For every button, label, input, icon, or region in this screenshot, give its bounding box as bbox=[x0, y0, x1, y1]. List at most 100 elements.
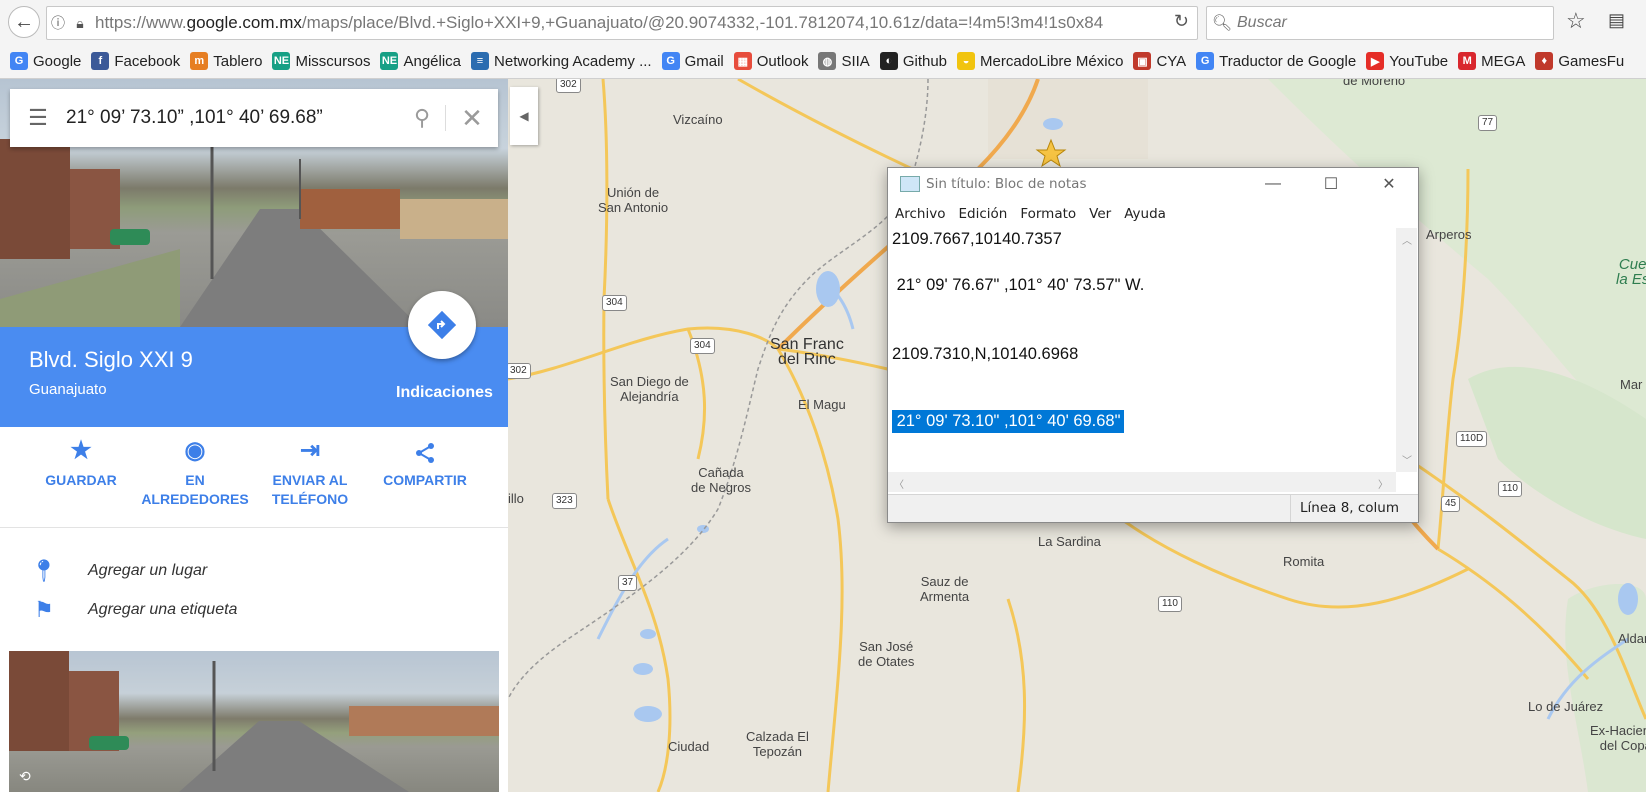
share-button[interactable]: COMPARTIR bbox=[365, 441, 485, 490]
scroll-right-icon[interactable]: 〉 bbox=[1378, 476, 1388, 491]
chevron-left-icon: ◀ bbox=[519, 109, 529, 123]
scroll-up-icon[interactable]: ︿ bbox=[1402, 232, 1412, 247]
send-to-phone-button[interactable]: ⇥ ENVIAR AL TELÉFONO bbox=[250, 437, 370, 509]
reload-icon[interactable]: ↻ bbox=[1174, 11, 1189, 32]
bookmark-label: Outlook bbox=[756, 52, 809, 70]
close-icon[interactable]: ✕ bbox=[446, 103, 498, 134]
horizontal-scrollbar[interactable]: 〈 〉 bbox=[888, 472, 1396, 492]
bookmark-item[interactable]: m Tablero bbox=[190, 52, 262, 70]
menu-formato[interactable]: Formato bbox=[1020, 206, 1076, 222]
share-icon bbox=[365, 441, 485, 471]
browser-chrome: ← ⓘ 🔒︎ https://www.google.com.mx/maps/pl… bbox=[0, 0, 1646, 79]
nearby-button[interactable]: ◉ EN ALREDEDORES bbox=[135, 437, 255, 509]
bookmark-favicon-icon: G bbox=[1196, 52, 1215, 70]
bookmark-item[interactable]: ≡ Networking Academy ... bbox=[471, 52, 652, 70]
bookmark-label: YouTube bbox=[1389, 52, 1449, 70]
bookmarks-bar: G Google f Facebook m Tablero NE Misscursos NE An… bbox=[0, 48, 1646, 74]
scroll-down-icon[interactable]: ﹀ bbox=[1402, 452, 1412, 467]
bookmark-item[interactable]: ♦ GamesFu bbox=[1535, 52, 1624, 70]
url-text[interactable]: https://www.google.com.mx/maps/place/Blv… bbox=[95, 13, 1155, 33]
place-title: Blvd. Siglo XXI 9 bbox=[29, 347, 193, 372]
bookmark-label: CYA bbox=[1156, 52, 1187, 70]
bookmark-item[interactable]: ◐ Github bbox=[879, 52, 947, 70]
bookmark-item[interactable]: f Facebook bbox=[91, 52, 180, 70]
bookmark-label: Misscursos bbox=[295, 52, 371, 70]
add-label-row[interactable]: ⚑ Agregar una etiqueta bbox=[0, 590, 508, 630]
street-view-thumbnail[interactable]: ⟲ bbox=[9, 651, 499, 792]
minimize-icon: — bbox=[1265, 175, 1281, 192]
bookmark-item[interactable]: ◍ SIIA bbox=[818, 52, 870, 70]
nearby-icon: ◉ bbox=[184, 437, 206, 464]
notepad-statusbar: Línea 8, colum bbox=[888, 494, 1418, 522]
menu-ayuda[interactable]: Ayuda bbox=[1124, 206, 1166, 222]
library-icon[interactable]: ▤ bbox=[1608, 10, 1625, 31]
bookmark-favicon-icon: ▣ bbox=[1133, 52, 1152, 70]
bookmark-item[interactable]: G Google bbox=[10, 52, 81, 70]
save-button[interactable]: ★ GUARDAR bbox=[21, 437, 141, 490]
search-icon[interactable]: ⚲ bbox=[399, 105, 446, 131]
add-place-row[interactable]: 📍︎ Agregar un lugar bbox=[0, 551, 508, 591]
menu-edicion[interactable]: Edición bbox=[958, 206, 1007, 222]
notepad-text-area[interactable]: 2109.7667,10140.7357 21° 09' 76.67" ,101… bbox=[888, 228, 1396, 472]
text-line: 2109.7667,10140.7357 bbox=[892, 230, 1062, 248]
search-engine-icon[interactable]: 🔍︎ bbox=[1207, 13, 1237, 33]
bookmark-item[interactable]: ▶ YouTube bbox=[1366, 52, 1448, 70]
scroll-left-icon[interactable]: 〈 bbox=[894, 476, 904, 491]
maps-search-input[interactable]: 21° 09’ 73.10” ,101° 40’ 69.68” bbox=[66, 107, 399, 129]
bookmark-label: GamesFu bbox=[1558, 52, 1625, 70]
add-label-label: Agregar una etiqueta bbox=[88, 601, 238, 618]
bookmark-item[interactable]: ▦ Outlook bbox=[733, 52, 809, 70]
close-icon: ✕ bbox=[1382, 176, 1396, 193]
360-icon: ⟲ bbox=[19, 768, 31, 784]
bookmark-favicon-icon: G bbox=[661, 52, 680, 70]
bookmark-favicon-icon: ♦ bbox=[1535, 52, 1554, 70]
bookmark-label: Traductor de Google bbox=[1219, 52, 1357, 70]
bookmark-item[interactable]: ▣ CYA bbox=[1133, 52, 1186, 70]
place-panel: ☰ 21° 09’ 73.10” ,101° 40’ 69.68” ⚲ ✕ Bl… bbox=[0, 79, 508, 792]
bookmark-item[interactable]: ◒ MercadoLibre México bbox=[957, 52, 1123, 70]
back-button[interactable]: ← bbox=[8, 6, 40, 38]
menu-archivo[interactable]: Archivo bbox=[895, 206, 945, 222]
status-separator bbox=[1290, 495, 1291, 522]
notepad-titlebar[interactable]: Sin título: Bloc de notas — ☐ ✕ bbox=[888, 168, 1418, 200]
bookmark-item[interactable]: M MEGA bbox=[1458, 52, 1525, 70]
bookmark-label: MEGA bbox=[1481, 52, 1526, 70]
text-line: 21° 09' 76.67" ,101° 40' 73.57" W. bbox=[892, 276, 1145, 294]
close-button[interactable]: ✕ bbox=[1360, 168, 1418, 200]
notepad-window[interactable]: Sin título: Bloc de notas — ☐ ✕ Archivo … bbox=[887, 167, 1419, 523]
bookmark-star-icon[interactable]: ☆ bbox=[1566, 8, 1586, 34]
collapse-panel-button[interactable]: ◀ bbox=[510, 87, 538, 145]
bookmark-item[interactable]: NE Angélica bbox=[380, 52, 461, 70]
notepad-icon bbox=[900, 176, 920, 192]
bookmark-favicon-icon: NE bbox=[380, 52, 399, 70]
bookmark-favicon-icon: ◐ bbox=[879, 52, 898, 70]
bookmark-item[interactable]: G Traductor de Google bbox=[1196, 52, 1356, 70]
bookmark-item[interactable]: NE Misscursos bbox=[272, 52, 370, 70]
directions-label[interactable]: Indicaciones bbox=[396, 384, 493, 402]
bookmark-favicon-icon: G bbox=[10, 52, 28, 70]
bookmark-label: Google bbox=[33, 52, 82, 70]
notepad-menubar: Archivo Edición Formato Ver Ayuda bbox=[888, 203, 1418, 225]
send-to-phone-icon: ⇥ bbox=[299, 437, 321, 464]
street-thumbnail-drawing: ⟲ bbox=[9, 651, 499, 792]
info-icon[interactable]: ⓘ bbox=[47, 13, 69, 33]
place-subtitle: Guanajuato bbox=[29, 381, 107, 398]
minimize-button[interactable]: — bbox=[1244, 168, 1302, 200]
selected-text-line: 21° 09' 73.10" ,101° 40' 69.68" bbox=[892, 410, 1125, 433]
navigation-row: ← ⓘ 🔒︎ https://www.google.com.mx/maps/pl… bbox=[0, 0, 1646, 44]
address-bar[interactable]: ⓘ 🔒︎ https://www.google.com.mx/maps/plac… bbox=[46, 6, 1198, 40]
bookmark-item[interactable]: G Gmail bbox=[661, 52, 724, 70]
star-icon: ★ bbox=[70, 437, 92, 464]
maximize-button[interactable]: ☐ bbox=[1302, 168, 1360, 200]
menu-ver[interactable]: Ver bbox=[1089, 206, 1111, 222]
bookmark-label: MercadoLibre México bbox=[980, 52, 1124, 70]
notepad-title: Sin título: Bloc de notas bbox=[926, 176, 1087, 192]
directions-button[interactable] bbox=[408, 291, 476, 359]
back-arrow-icon: ← bbox=[14, 10, 34, 33]
vertical-scrollbar[interactable]: ︿ ﹀ bbox=[1396, 228, 1417, 472]
menu-icon[interactable]: ☰ bbox=[10, 105, 66, 131]
lock-icon: 🔒︎ bbox=[76, 14, 84, 31]
cursor-position: Línea 8, colum bbox=[1300, 500, 1400, 516]
bookmark-label: Networking Academy ... bbox=[494, 52, 652, 70]
browser-search-bar[interactable]: 🔍︎ Buscar bbox=[1206, 6, 1554, 40]
